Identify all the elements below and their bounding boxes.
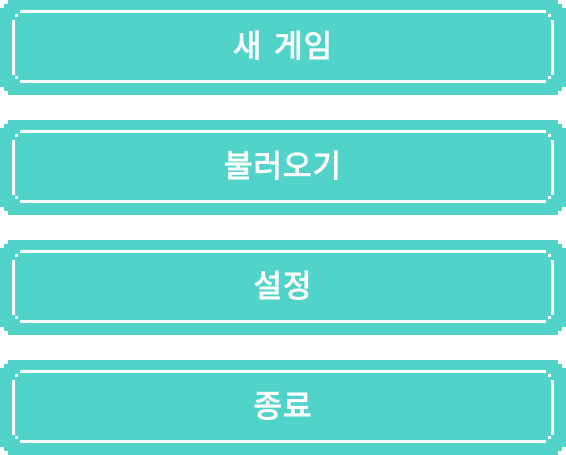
quit-label: 종료 <box>253 389 313 425</box>
load-game-button[interactable]: 불러오기 <box>0 120 566 215</box>
main-menu: 새 게임 불러오기 설정 종료 <box>0 0 566 455</box>
settings-label: 설정 <box>253 269 313 305</box>
new-game-button[interactable]: 새 게임 <box>0 0 566 95</box>
load-game-label: 불러오기 <box>223 149 343 185</box>
quit-button[interactable]: 종료 <box>0 360 566 455</box>
new-game-label: 새 게임 <box>232 29 334 65</box>
settings-button[interactable]: 설정 <box>0 240 566 335</box>
